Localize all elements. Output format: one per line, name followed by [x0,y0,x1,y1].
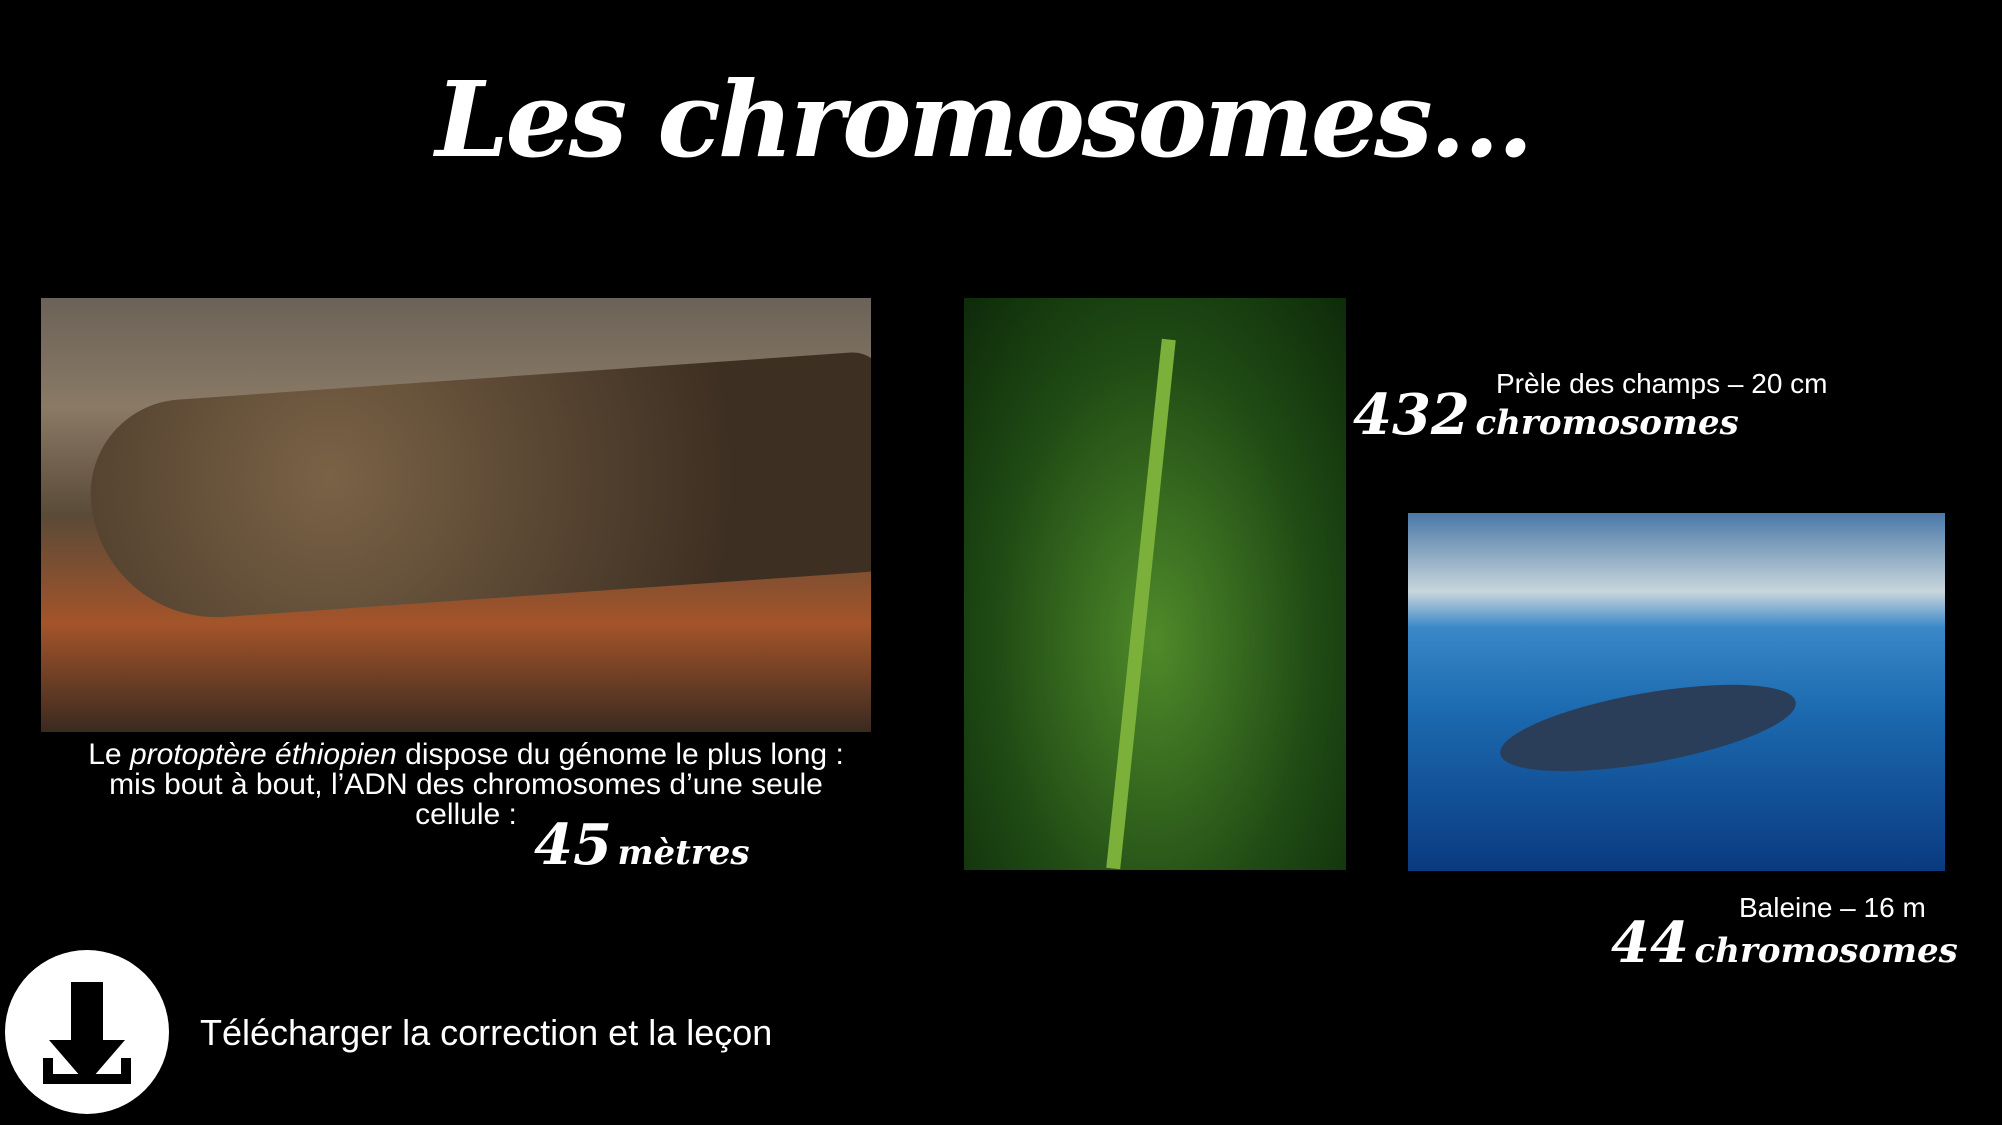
species-name: protoptère éthiopien [129,738,397,771]
chromosome-count: 44 [1611,910,1689,976]
caption-text: cellule : [415,798,517,831]
horsetail-chromosomes: 432 chromosomes [1353,382,1739,448]
download-icon [43,982,131,1084]
whale-chromosomes: 44 chromosomes [1611,910,1958,976]
horsetail-photo [964,298,1346,870]
genome-length: 45 mètres [534,812,750,878]
caption-text: mis bout à bout, l’ADN des chromosomes d… [109,768,823,801]
chromosome-count: 432 [1353,382,1470,448]
lungfish-photo [41,298,871,732]
download-button[interactable] [5,950,169,1114]
chromosome-unit: chromosomes [1475,403,1739,443]
download-link[interactable]: Télécharger la correction et la leçon [200,1012,772,1054]
slide-title: Les chromosomes… [435,58,1533,181]
caption-text: Le [88,738,130,771]
whale-photo [1408,513,1945,871]
length-unit: mètres [617,833,750,873]
chromosome-unit: chromosomes [1694,931,1958,971]
caption-text: dispose du génome le plus long : [396,738,844,771]
lungfish-caption: Le protoptère éthiopien dispose du génom… [46,740,886,830]
length-number: 45 [534,812,612,878]
